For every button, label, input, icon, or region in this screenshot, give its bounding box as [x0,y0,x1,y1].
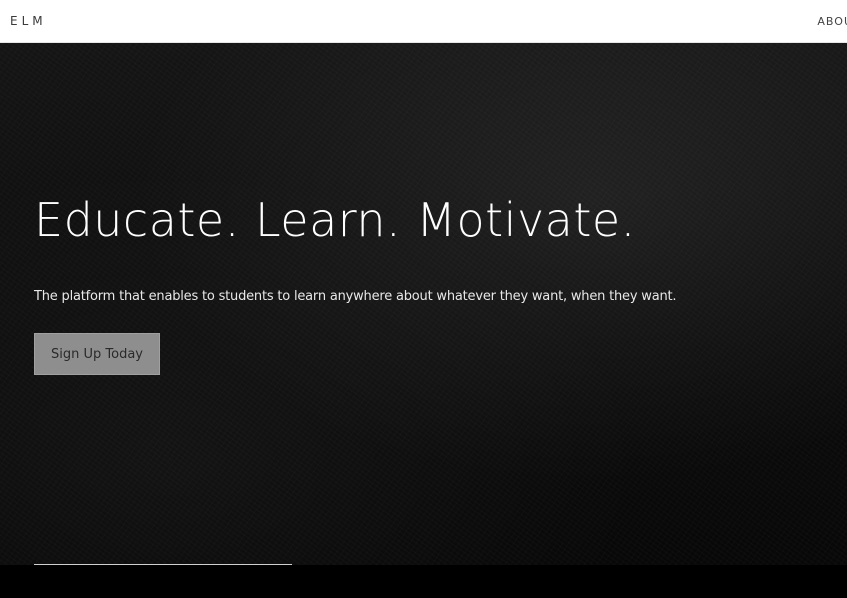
nav-link-about[interactable]: ABOU [817,15,847,28]
brand-logo[interactable]: ELM [10,14,47,28]
hero-subtitle: The platform that enables to students to… [34,289,677,304]
bottom-section [0,565,847,598]
sign-up-button[interactable]: Sign Up Today [34,333,160,375]
top-navbar: ELM ABOU [0,0,847,43]
page: ELM ABOU Educate. Learn. Motivate. The p… [0,0,847,598]
hero-title: Educate. Learn. Motivate. [34,193,636,247]
hero-section: Educate. Learn. Motivate. The platform t… [0,43,847,565]
